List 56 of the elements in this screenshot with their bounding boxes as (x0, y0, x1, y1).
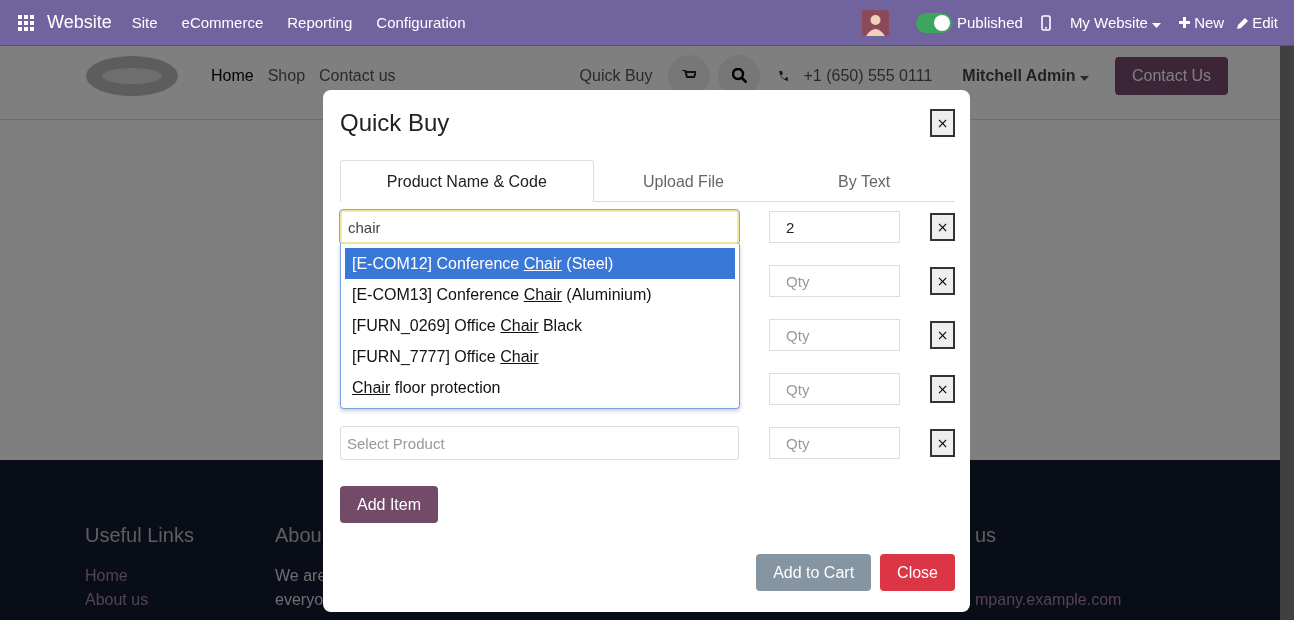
nav-link[interactable]: Home (211, 66, 254, 85)
contact-us-button[interactable]: Contact Us (1114, 56, 1229, 95)
menu-item[interactable]: eCommerce (181, 14, 264, 31)
remove-row-button[interactable]: × (930, 375, 955, 403)
footer-heading: Abou (275, 524, 323, 547)
tab[interactable]: Upload File (593, 160, 774, 202)
add-item-button[interactable]: Add Item (340, 486, 439, 523)
logo-icon (85, 54, 179, 97)
footer-heading: us (975, 524, 998, 547)
menu-item[interactable]: Configuration (376, 14, 466, 31)
footer-text: everyo (275, 590, 325, 610)
add-to-cart-button[interactable]: Add to Cart (756, 554, 872, 591)
product-field[interactable]: Select Product (340, 426, 740, 460)
quantity-field[interactable]: Qty (769, 265, 901, 297)
suggestion-item[interactable]: Chair floor protection (345, 372, 735, 403)
search-icon (731, 68, 747, 83)
close-dialog-button[interactable]: Close (880, 554, 955, 591)
menu-item[interactable]: Reporting (287, 14, 353, 31)
new-button[interactable]: New (1179, 14, 1225, 31)
suggestion-item[interactable]: [E-COM13] Conference Chair (Aluminium) (345, 279, 735, 310)
user-menu[interactable]: Mitchell Admin (962, 66, 1089, 85)
product-field[interactable]: chair (340, 210, 740, 244)
remove-row-button[interactable]: × (930, 321, 955, 349)
tab[interactable]: Product Name & Code (340, 160, 594, 202)
suggestion-item[interactable]: [FURN_7777] Office Chair (345, 341, 735, 372)
apps-grid-icon[interactable] (18, 14, 34, 31)
suggestion-item[interactable]: [FURN_0269] Office Chair Black (345, 310, 735, 341)
avatar-icon[interactable] (862, 9, 889, 36)
quantity-field[interactable]: Qty (769, 319, 901, 351)
quantity-field[interactable]: Qty (769, 373, 901, 405)
quantity-field[interactable]: 2 (769, 211, 901, 243)
plus-icon (1179, 17, 1191, 28)
menu-item[interactable]: Site (131, 14, 158, 31)
remove-row-button[interactable]: × (930, 429, 955, 457)
remove-row-button[interactable]: × (930, 213, 955, 241)
publish-toggle[interactable] (916, 12, 952, 33)
caret-icon (1152, 23, 1162, 28)
mobile-phone-icon[interactable] (1040, 14, 1051, 31)
dialog-title: Quick Buy (340, 109, 450, 137)
pencil-icon (1237, 16, 1250, 29)
tab[interactable]: By Text (773, 160, 955, 202)
phone-icon (778, 69, 789, 82)
phone-number: +1 (650) 555 0111 (803, 66, 933, 85)
edit-button[interactable]: Edit (1237, 14, 1278, 31)
app-title[interactable]: Website (47, 12, 112, 33)
website-dropdown[interactable]: My Website (1069, 14, 1162, 31)
published-label: Published (957, 14, 1023, 31)
footer-heading: Useful Links (85, 524, 195, 547)
nav-link[interactable]: Contact us (319, 66, 396, 85)
nav-link[interactable]: Shop (267, 66, 306, 85)
quick-buy-link[interactable]: Quick Buy (579, 66, 653, 85)
suggestion-item[interactable]: [E-COM12] Conference Chair (Steel) (345, 248, 735, 279)
close-button[interactable]: × (930, 109, 955, 137)
caret-icon (1079, 75, 1089, 81)
remove-row-button[interactable]: × (930, 267, 955, 295)
quantity-field[interactable]: Qty (769, 427, 901, 459)
